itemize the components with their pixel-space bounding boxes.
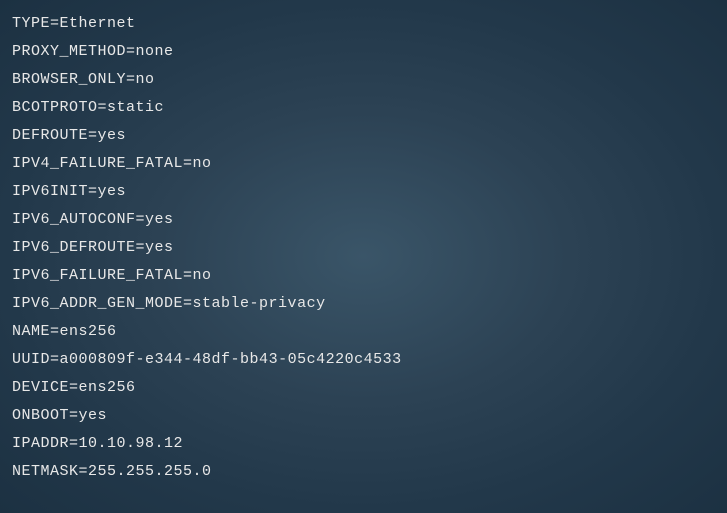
config-key: TYPE — [12, 15, 50, 32]
config-value: no — [193, 267, 212, 284]
config-line: IPV6_ADDR_GEN_MODE=stable-privacy — [12, 290, 715, 318]
equals-sign: = — [98, 99, 108, 116]
config-value: stable-privacy — [193, 295, 326, 312]
terminal-output: TYPE=Ethernet PROXY_METHOD=none BROWSER_… — [12, 10, 715, 486]
config-value: none — [136, 43, 174, 60]
config-value: yes — [98, 127, 127, 144]
config-key: IPV6INIT — [12, 183, 88, 200]
config-key: DEFROUTE — [12, 127, 88, 144]
config-key: PROXY_METHOD — [12, 43, 126, 60]
config-value: yes — [145, 239, 174, 256]
config-line: IPADDR=10.10.98.12 — [12, 430, 715, 458]
config-key: IPV6_FAILURE_FATAL — [12, 267, 183, 284]
config-line: BROWSER_ONLY=no — [12, 66, 715, 94]
equals-sign: = — [50, 15, 60, 32]
config-key: DEVICE — [12, 379, 69, 396]
equals-sign: = — [69, 379, 79, 396]
config-value: a000809f-e344-48df-bb43-05c4220c4533 — [60, 351, 402, 368]
equals-sign: = — [69, 435, 79, 452]
config-value: yes — [79, 407, 108, 424]
config-line: TYPE=Ethernet — [12, 10, 715, 38]
config-value: yes — [98, 183, 127, 200]
equals-sign: = — [50, 323, 60, 340]
config-value: 10.10.98.12 — [79, 435, 184, 452]
config-line: IPV6_DEFROUTE=yes — [12, 234, 715, 262]
config-value: yes — [145, 211, 174, 228]
config-value: no — [136, 71, 155, 88]
config-line: NAME=ens256 — [12, 318, 715, 346]
equals-sign: = — [183, 155, 193, 172]
config-value: ens256 — [79, 379, 136, 396]
config-line: IPV6_FAILURE_FATAL=no — [12, 262, 715, 290]
config-value: static — [107, 99, 164, 116]
equals-sign: = — [183, 295, 193, 312]
equals-sign: = — [79, 463, 89, 480]
config-key: UUID — [12, 351, 50, 368]
config-key: ONBOOT — [12, 407, 69, 424]
equals-sign: = — [69, 407, 79, 424]
equals-sign: = — [88, 183, 98, 200]
equals-sign: = — [183, 267, 193, 284]
config-key: NAME — [12, 323, 50, 340]
config-key: NETMASK — [12, 463, 79, 480]
config-key: IPV6_DEFROUTE — [12, 239, 136, 256]
config-key: BROWSER_ONLY — [12, 71, 126, 88]
config-line: DEVICE=ens256 — [12, 374, 715, 402]
config-value: ens256 — [60, 323, 117, 340]
config-line: IPV6INIT=yes — [12, 178, 715, 206]
config-key: BCOTPROTO — [12, 99, 98, 116]
config-value: Ethernet — [60, 15, 136, 32]
equals-sign: = — [50, 351, 60, 368]
equals-sign: = — [136, 239, 146, 256]
config-line: DEFROUTE=yes — [12, 122, 715, 150]
config-key: IPV6_ADDR_GEN_MODE — [12, 295, 183, 312]
config-line: BCOTPROTO=static — [12, 94, 715, 122]
config-line: NETMASK=255.255.255.0 — [12, 458, 715, 486]
config-value: no — [193, 155, 212, 172]
config-key: IPV6_AUTOCONF — [12, 211, 136, 228]
config-key: IPADDR — [12, 435, 69, 452]
config-line: ONBOOT=yes — [12, 402, 715, 430]
config-line: IPV6_AUTOCONF=yes — [12, 206, 715, 234]
equals-sign: = — [126, 71, 136, 88]
config-line: IPV4_FAILURE_FATAL=no — [12, 150, 715, 178]
config-line: UUID=a000809f-e344-48df-bb43-05c4220c453… — [12, 346, 715, 374]
equals-sign: = — [88, 127, 98, 144]
config-value: 255.255.255.0 — [88, 463, 212, 480]
config-line: PROXY_METHOD=none — [12, 38, 715, 66]
equals-sign: = — [136, 211, 146, 228]
equals-sign: = — [126, 43, 136, 60]
config-key: IPV4_FAILURE_FATAL — [12, 155, 183, 172]
